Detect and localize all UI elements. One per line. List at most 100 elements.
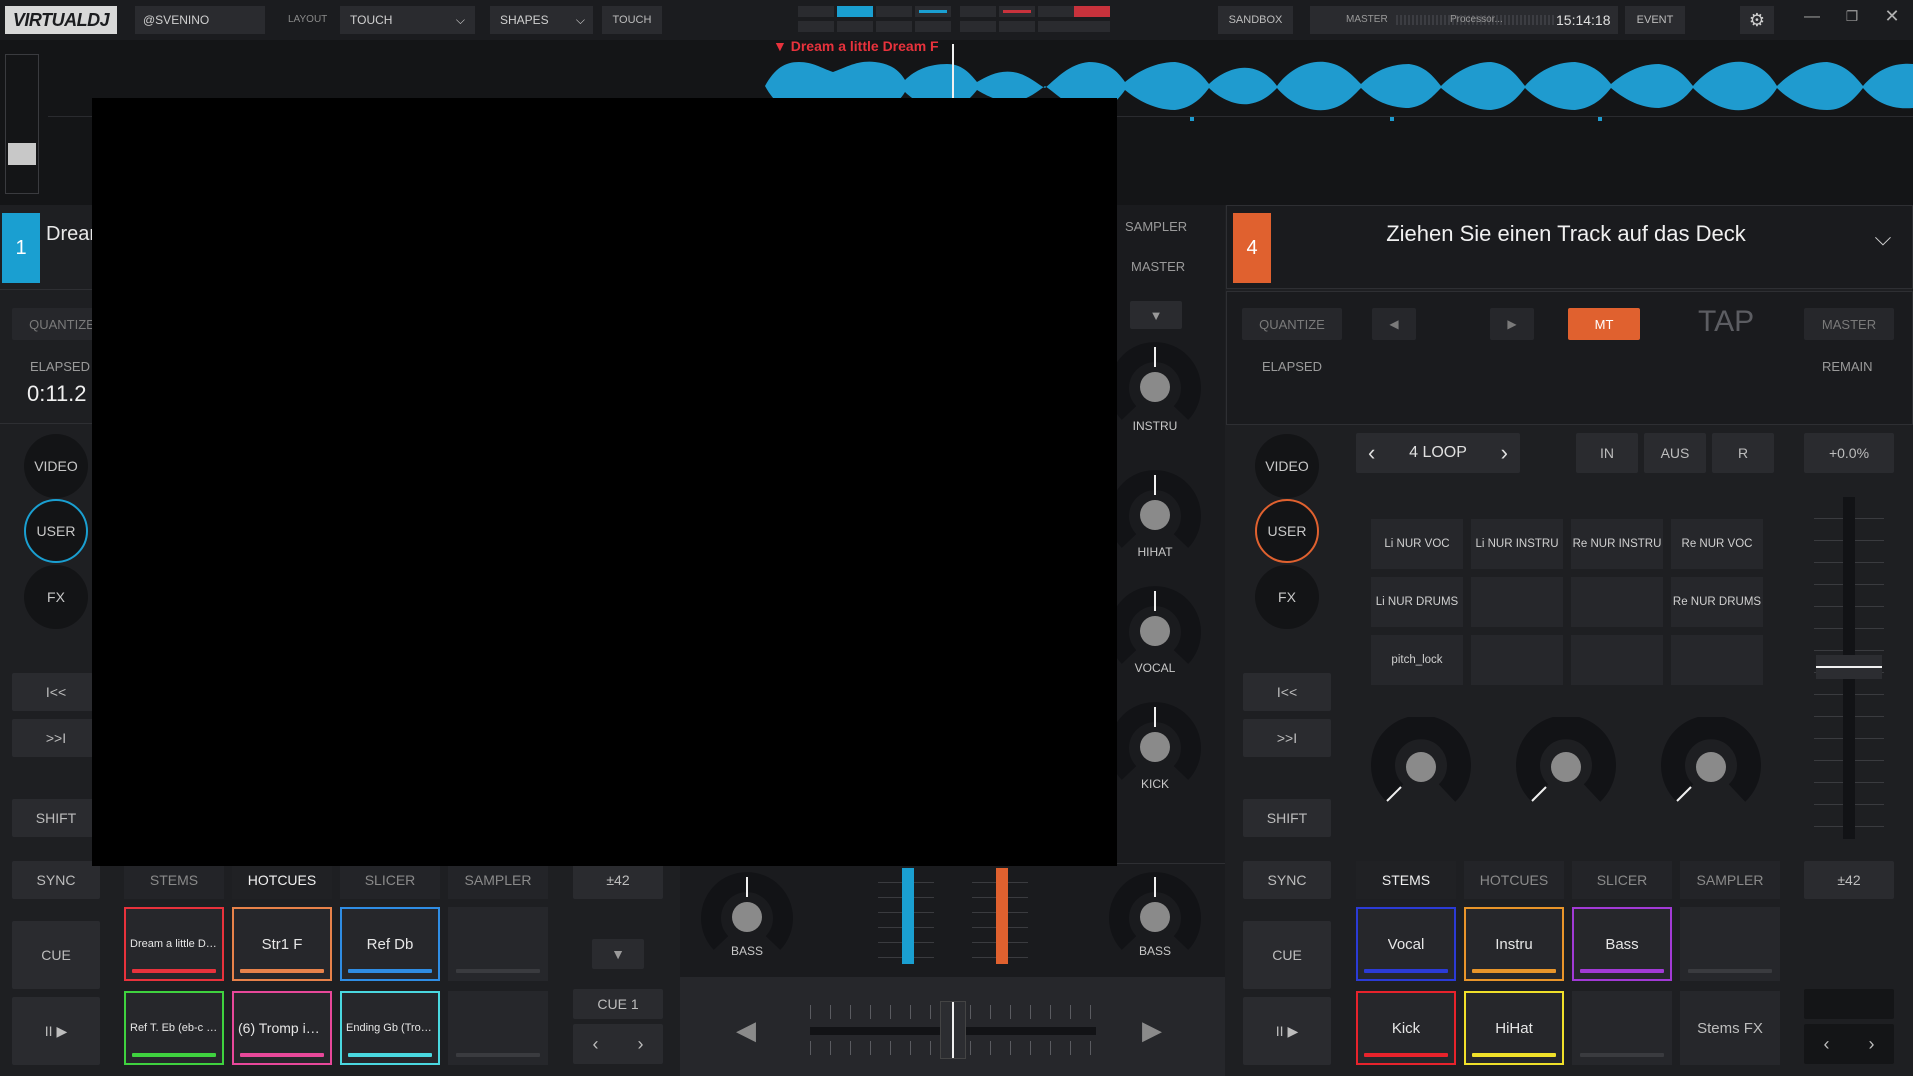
tab-stems[interactable]: STEMS [124, 861, 224, 899]
jump-next-button[interactable]: >>I [1243, 719, 1331, 757]
stem-pad[interactable]: Bass [1572, 907, 1672, 981]
play-pause-button[interactable]: II ▶ [1243, 997, 1331, 1065]
chevron-left-icon[interactable]: ‹ [1824, 1034, 1830, 1055]
stem-slot[interactable] [1671, 635, 1763, 685]
fx-button[interactable]: FX [1255, 565, 1319, 629]
pitch-slider[interactable] [1814, 497, 1884, 839]
pitch-range-button[interactable]: ±42 [1804, 861, 1894, 899]
chevron-right-icon[interactable]: › [1501, 440, 1508, 466]
effect-knob[interactable] [1371, 717, 1471, 817]
stem-slot[interactable]: Li NUR DRUMS [1371, 577, 1463, 627]
touch-button[interactable]: TOUCH [602, 6, 662, 34]
hotcue-pad[interactable] [448, 991, 548, 1065]
user-field[interactable]: @SVENINO [135, 6, 265, 34]
user-button[interactable]: USER [24, 499, 88, 563]
hotcue-pad[interactable]: Dream a little Drea... [124, 907, 224, 981]
sync-button[interactable]: SYNC [1243, 861, 1331, 899]
stem-pad[interactable]: Instru [1464, 907, 1564, 981]
play-pause-button[interactable]: II ▶ [12, 997, 100, 1065]
chevron-down-icon[interactable]: ⌵ [1868, 225, 1898, 255]
stem-pad[interactable]: Vocal [1356, 907, 1456, 981]
tab-hotcues[interactable]: HOTCUES [1464, 861, 1564, 899]
stem-slot[interactable]: Li NUR INSTRU [1471, 519, 1563, 569]
hotcue-pad[interactable]: (6) Tromp in G [232, 991, 332, 1065]
master-button[interactable]: MASTER [1804, 308, 1894, 340]
quantize-button[interactable]: QUANTIZE [1242, 308, 1342, 340]
cue-navigator[interactable]: ‹ › [1804, 1024, 1894, 1064]
cue-navigator[interactable]: ‹ › [573, 1024, 663, 1064]
cue-dropdown-button[interactable]: ▼ [592, 939, 644, 969]
event-button[interactable]: EVENT [1625, 6, 1685, 34]
master-label[interactable]: MASTER [1131, 259, 1185, 274]
pad-label: Ref T. Eb (eb-c b-g... [130, 1022, 218, 1034]
chevron-left-icon[interactable]: ‹ [1368, 440, 1375, 466]
tab-sampler[interactable]: SAMPLER [448, 861, 548, 899]
cue-button[interactable]: CUE [1243, 921, 1331, 989]
hotcue-pad[interactable]: Ref T. Eb (eb-c b-g... [124, 991, 224, 1065]
jump-start-button[interactable]: I<< [12, 673, 100, 711]
hotcue-pad[interactable]: Str1 F [232, 907, 332, 981]
user-button[interactable]: USER [1255, 499, 1319, 563]
vertical-zoom-slider[interactable] [5, 54, 39, 194]
bass-knob-left-label: BASS [730, 944, 763, 958]
tab-stems[interactable]: STEMS [1356, 861, 1456, 899]
stem-slot[interactable]: Re NUR VOC [1671, 519, 1763, 569]
chevron-right-icon[interactable]: › [638, 1034, 644, 1055]
effect-knob[interactable] [1661, 717, 1761, 817]
sandbox-button[interactable]: SANDBOX [1218, 6, 1293, 34]
effect-knob[interactable] [1516, 717, 1616, 817]
jump-start-button[interactable]: I<< [1243, 673, 1331, 711]
cue-button[interactable]: CUE [12, 921, 100, 989]
jump-next-button[interactable]: >>I [12, 719, 100, 757]
hotcue-pad[interactable]: Ref Db [340, 907, 440, 981]
layout-select[interactable]: TOUCH ⌵ [340, 6, 475, 34]
stem-slot[interactable]: pitch_lock [1371, 635, 1463, 685]
fx-button[interactable]: FX [24, 565, 88, 629]
video-button[interactable]: VIDEO [1255, 434, 1319, 498]
crossfader[interactable] [810, 1001, 1096, 1059]
mixer-expand-button[interactable]: ▼ [1130, 301, 1182, 329]
mt-button[interactable]: MT [1568, 308, 1640, 340]
tap-button[interactable]: TAP [1698, 305, 1754, 339]
tab-hotcues[interactable]: HOTCUES [232, 861, 332, 899]
video-button[interactable]: VIDEO [24, 434, 88, 498]
loop-out-button[interactable]: AUS [1644, 433, 1706, 473]
stem-pad[interactable]: Stems FX [1680, 991, 1780, 1065]
stem-slot[interactable] [1471, 635, 1563, 685]
chevron-right-icon[interactable]: › [1869, 1034, 1875, 1055]
tab-slicer[interactable]: SLICER [340, 861, 440, 899]
nudge-back-button[interactable]: ◀ [1372, 308, 1416, 340]
sync-button[interactable]: SYNC [12, 861, 100, 899]
stem-pad[interactable]: HiHat [1464, 991, 1564, 1065]
chevron-left-icon[interactable]: ‹ [593, 1034, 599, 1055]
shift-button[interactable]: SHIFT [1243, 799, 1331, 837]
stem-pad[interactable] [1572, 991, 1672, 1065]
hotcue-pad[interactable]: Ending Gb (Tromp... [340, 991, 440, 1065]
video-output-window[interactable] [92, 98, 1117, 866]
reloop-button[interactable]: R [1712, 433, 1774, 473]
loop-length[interactable]: 4 LOOP [1409, 444, 1467, 462]
nudge-forward-button[interactable]: ▶ [1490, 308, 1534, 340]
pitch-range-button[interactable]: ±42 [573, 861, 663, 899]
stem-pad[interactable]: Kick [1356, 991, 1456, 1065]
stem-slot[interactable]: Re NUR INSTRU [1571, 519, 1663, 569]
shift-button[interactable]: SHIFT [12, 799, 100, 837]
stem-slot[interactable] [1571, 635, 1663, 685]
minimize-icon[interactable]: — [1800, 8, 1824, 32]
stem-slot[interactable] [1571, 577, 1663, 627]
stem-pad[interactable] [1680, 907, 1780, 981]
hotcue-pad[interactable] [448, 907, 548, 981]
stem-slot[interactable]: Li NUR VOC [1371, 519, 1463, 569]
stem-slot[interactable] [1471, 577, 1563, 627]
crossfader-right-arrow-icon[interactable]: ▶ [1142, 1015, 1162, 1046]
crossfader-left-arrow-icon[interactable]: ◀ [736, 1015, 756, 1046]
stem-slot[interactable]: Re NUR DRUMS [1671, 577, 1763, 627]
gear-icon[interactable]: ⚙ [1740, 6, 1774, 34]
close-icon[interactable]: ✕ [1880, 6, 1904, 30]
maximize-icon[interactable]: ❐ [1840, 8, 1864, 32]
sampler-label[interactable]: SAMPLER [1125, 219, 1187, 234]
shapes-select[interactable]: SHAPES ⌵ [490, 6, 593, 34]
loop-in-button[interactable]: IN [1576, 433, 1638, 473]
tab-sampler[interactable]: SAMPLER [1680, 861, 1780, 899]
tab-slicer[interactable]: SLICER [1572, 861, 1672, 899]
